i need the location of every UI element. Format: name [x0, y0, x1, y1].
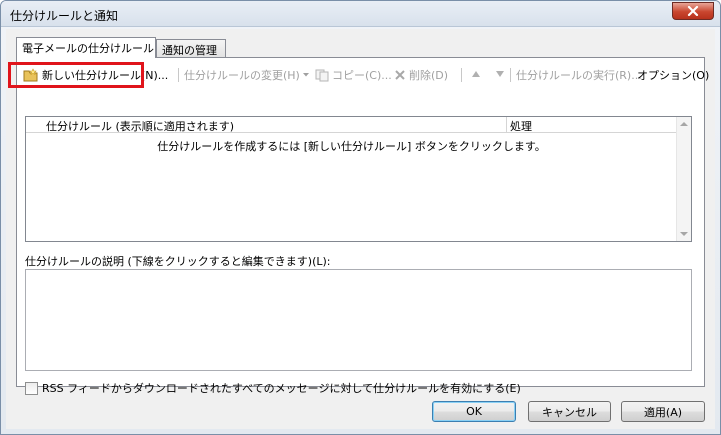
column-header-action[interactable]: 処理	[510, 118, 532, 134]
tab-email-rules[interactable]: 電子メールの仕分けルール	[16, 37, 156, 58]
copy-button[interactable]: コピー(C)...	[315, 67, 392, 83]
toolbar-separator	[461, 68, 462, 82]
delete-button[interactable]: 削除(D)	[394, 67, 448, 83]
change-rule-button[interactable]: 仕分けルールの変更(H)	[184, 67, 310, 83]
scroll-down-icon[interactable]	[680, 232, 688, 236]
new-rule-button[interactable]: 新しい仕分けルール(N)...	[23, 67, 168, 83]
close-button[interactable]	[672, 2, 714, 20]
tab-email-rules-label: 電子メールの仕分けルール	[22, 42, 154, 55]
move-down-button[interactable]	[495, 70, 505, 78]
rss-rules-checkbox[interactable]	[25, 381, 38, 395]
rules-and-alerts-dialog: 仕分けルールと通知 電子メールの仕分けルール 通知の管理 新しい仕分けルール(N…	[0, 0, 721, 435]
tab-manage-alerts[interactable]: 通知の管理	[156, 39, 226, 57]
cancel-button[interactable]: キャンセル	[528, 401, 611, 422]
rules-list-empty-message: 仕分けルールを作成するには [新しい仕分けルール] ボタンをクリックします。	[157, 140, 546, 153]
title-bar: 仕分けルールと通知	[1, 1, 720, 27]
run-rules-button[interactable]: 仕分けルールの実行(R)...	[516, 67, 642, 83]
arrow-up-icon	[472, 71, 480, 77]
tab-manage-alerts-label: 通知の管理	[162, 44, 217, 57]
close-icon	[687, 6, 699, 16]
email-rules-panel: 新しい仕分けルール(N)... 仕分けルールの変更(H) コピー(C)... 削…	[16, 57, 709, 395]
rss-rules-label: RSS フィードからダウンロードされたすべてのメッセージに対して仕分けルールを有…	[42, 382, 521, 395]
delete-label: 削除(D)	[409, 69, 449, 82]
toolbar-separator	[510, 68, 511, 82]
arrow-down-icon	[496, 71, 504, 77]
toolbar-separator	[178, 68, 179, 82]
options-button[interactable]: オプション(O)	[637, 67, 709, 83]
options-label: オプション(O)	[637, 69, 710, 82]
rules-list[interactable]: 仕分けルール (表示順に適用されます) 処理 仕分けルールを作成するには [新し…	[25, 116, 692, 242]
new-rule-label: 新しい仕分けルール(N)...	[42, 69, 169, 82]
rule-description-label: 仕分けルールの説明 (下線をクリックすると編集できます)(L):	[25, 255, 331, 268]
scroll-up-icon[interactable]	[680, 122, 688, 126]
delete-icon	[395, 70, 405, 80]
move-up-button[interactable]	[471, 70, 481, 78]
rules-list-header: 仕分けルール (表示順に適用されます) 処理	[26, 117, 677, 133]
rules-toolbar: 新しい仕分けルール(N)... 仕分けルールの変更(H) コピー(C)... 削…	[23, 65, 709, 85]
window-title: 仕分けルールと通知	[10, 9, 119, 23]
rss-rules-option[interactable]: RSS フィードからダウンロードされたすべてのメッセージに対して仕分けルールを有…	[25, 380, 521, 396]
chevron-down-icon	[302, 73, 309, 77]
column-divider[interactable]	[506, 117, 507, 133]
new-folder-icon	[23, 68, 38, 82]
dialog-client-area: 電子メールの仕分けルール 通知の管理 新しい仕分けルール(N)... 仕分けルー…	[6, 29, 715, 429]
change-rule-label: 仕分けルールの変更(H)	[184, 69, 300, 82]
apply-button[interactable]: 適用(A)	[621, 401, 705, 422]
column-header-rule[interactable]: 仕分けルール (表示順に適用されます)	[46, 118, 234, 134]
rule-description-box[interactable]	[25, 269, 692, 371]
run-rules-label: 仕分けルールの実行(R)...	[516, 69, 642, 82]
copy-label: コピー(C)...	[332, 69, 392, 82]
rules-list-scrollbar[interactable]	[676, 117, 691, 241]
ok-button[interactable]: OK	[432, 401, 516, 422]
copy-icon	[315, 69, 329, 81]
